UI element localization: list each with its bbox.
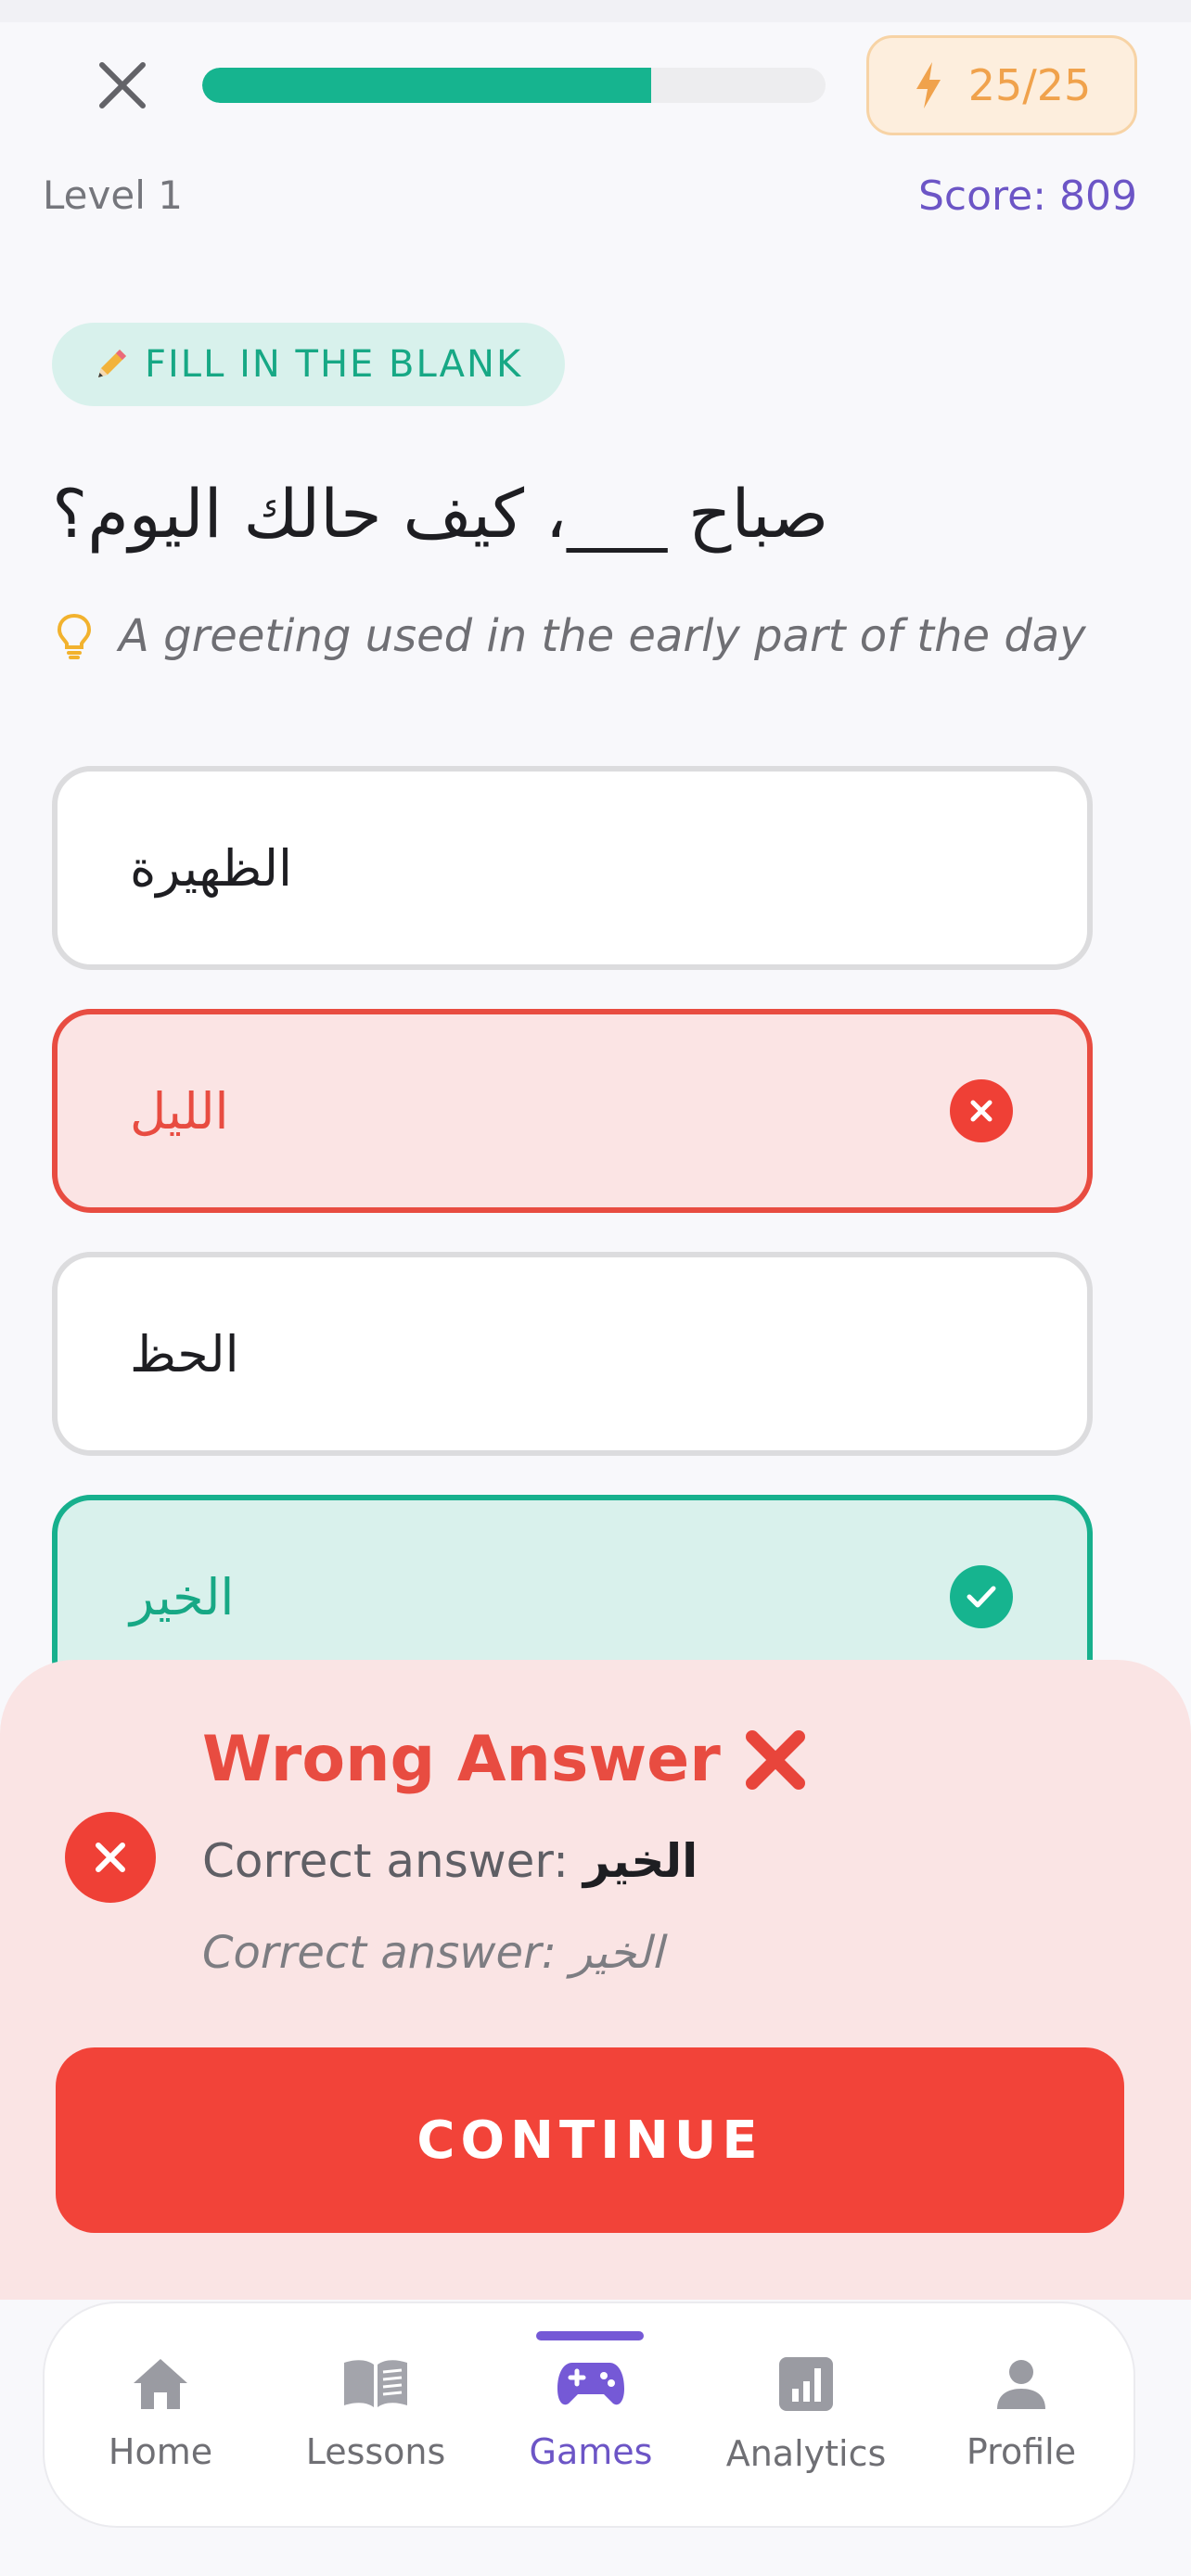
answer-option[interactable]: الظهيرة <box>52 766 1093 970</box>
energy-badge[interactable]: 25/25 <box>866 35 1137 135</box>
feedback-title: Wrong Answer <box>202 1723 808 1796</box>
score-label: Score: 809 <box>917 172 1137 220</box>
answer-option-label: الخير <box>130 1567 235 1626</box>
status-strip <box>0 0 1191 22</box>
correct-answer-value: الخير <box>583 1834 698 1888</box>
nav-item-analytics[interactable]: Analytics <box>718 2355 894 2474</box>
nav-item-home[interactable]: Home <box>72 2355 249 2472</box>
nav-item-profile[interactable]: Profile <box>933 2355 1109 2472</box>
exercise-type-label: FILL IN THE BLANK <box>145 343 523 386</box>
level-label: Level 1 <box>43 172 183 218</box>
progress-bar <box>202 68 826 103</box>
cross-mark-icon <box>745 1729 805 1790</box>
exercise-type-tag: FILL IN THE BLANK <box>52 323 566 406</box>
continue-label: CONTINUE <box>416 2110 763 2171</box>
correct-answer-line: Correct answer: الخير <box>202 1834 698 1888</box>
answer-option-label: الظهيرة <box>130 838 293 898</box>
check-mark-icon <box>950 1565 1013 1628</box>
lightning-icon <box>916 62 941 108</box>
hint-row: A greeting used in the early part of the… <box>56 610 1086 662</box>
error-circle-icon <box>65 1812 156 1903</box>
wrong-mark-icon <box>950 1079 1013 1142</box>
pencil-icon <box>98 350 126 377</box>
answer-option-label: الليل <box>130 1081 229 1141</box>
nav-item-games[interactable]: Games <box>503 2355 679 2472</box>
correct-answer-prefix: Correct answer: <box>202 1834 569 1888</box>
answer-option[interactable]: الحظ <box>52 1252 1093 1456</box>
nav-label: Games <box>529 2431 653 2472</box>
close-icon <box>99 62 146 108</box>
correct-answer-secondary: Correct answer: الخير <box>202 1927 664 1979</box>
continue-button[interactable]: CONTINUE <box>56 2047 1124 2233</box>
nav-active-indicator <box>536 2331 644 2340</box>
close-button[interactable] <box>93 56 152 115</box>
nav-label: Home <box>108 2431 213 2472</box>
nav-label: Profile <box>966 2431 1077 2472</box>
nav-item-lessons[interactable]: Lessons <box>288 2355 464 2472</box>
progress-fill <box>202 68 651 103</box>
answer-option-wrong[interactable]: الليل <box>52 1009 1093 1213</box>
feedback-title-text: Wrong Answer <box>202 1723 721 1796</box>
analytics-icon <box>779 2357 833 2411</box>
energy-count: 25/25 <box>967 60 1092 110</box>
book-icon <box>344 2360 407 2407</box>
home-icon <box>134 2359 187 2409</box>
answer-option-label: الحظ <box>130 1324 239 1384</box>
gamepad-icon <box>557 2363 624 2405</box>
lightbulb-icon <box>57 613 92 659</box>
nav-label: Lessons <box>305 2431 446 2472</box>
nav-label: Analytics <box>725 2433 887 2474</box>
hint-text: A greeting used in the early part of the… <box>119 610 1086 662</box>
question-text: صباح ___، كيف حالك اليوم؟ <box>52 475 829 553</box>
profile-icon <box>997 2360 1045 2409</box>
